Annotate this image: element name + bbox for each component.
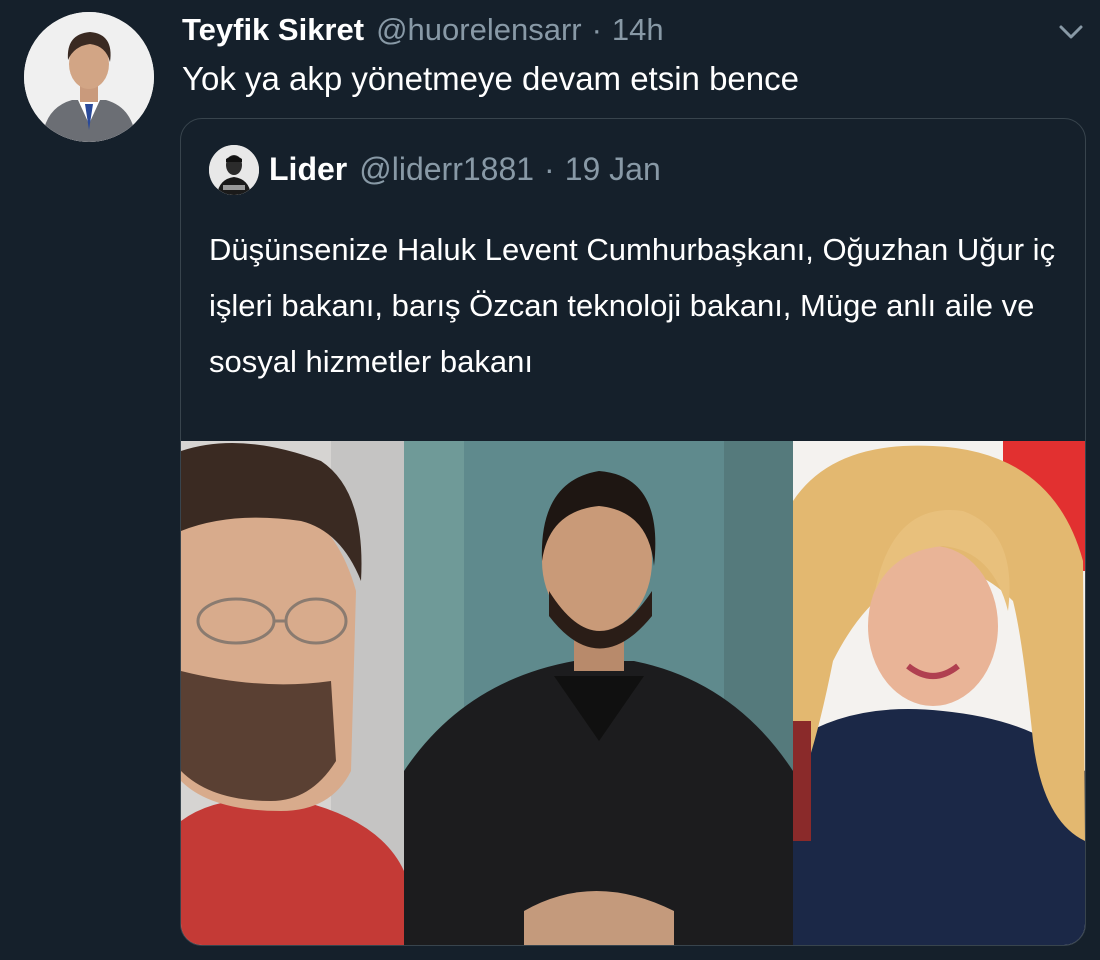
quoted-tweet-media[interactable] xyxy=(181,441,1085,945)
tweet-text: Yok ya akp yönetmeye devam etsin bence xyxy=(182,60,799,97)
quoted-author-avatar[interactable] xyxy=(209,145,259,195)
quoted-tweet-header: Lider @liderr1881 · 19 Jan xyxy=(269,149,661,189)
media-photo-1[interactable] xyxy=(181,441,404,945)
author-handle[interactable]: @huorelensarr xyxy=(376,10,582,50)
media-photo-2[interactable] xyxy=(404,441,793,945)
quoted-tweet-timestamp[interactable]: 19 Jan xyxy=(565,149,661,189)
quoted-author-handle[interactable]: @liderr1881 xyxy=(359,149,534,189)
author-name[interactable]: Teyfik Sikret xyxy=(182,10,364,50)
author-avatar-image xyxy=(24,12,154,142)
media-photo-3[interactable] xyxy=(793,441,1085,945)
tweet-header: Teyfik Sikret @huorelensarr · 14h xyxy=(182,10,664,50)
quoted-author-name[interactable]: Lider xyxy=(269,149,347,189)
quoted-tweet-text: Düşünsenize Haluk Levent Cumhurbaşkanı, … xyxy=(209,232,1056,379)
tweet-timestamp[interactable]: 14h xyxy=(612,10,664,50)
author-avatar[interactable] xyxy=(24,12,154,142)
chevron-down-icon[interactable] xyxy=(1056,20,1086,44)
portrait-avatar-image xyxy=(209,145,259,195)
quoted-header-separator: · xyxy=(544,151,555,187)
quoted-tweet-card[interactable]: Lider @liderr1881 · 19 Jan Düşünsenize H… xyxy=(180,118,1086,946)
header-separator: · xyxy=(591,12,602,47)
